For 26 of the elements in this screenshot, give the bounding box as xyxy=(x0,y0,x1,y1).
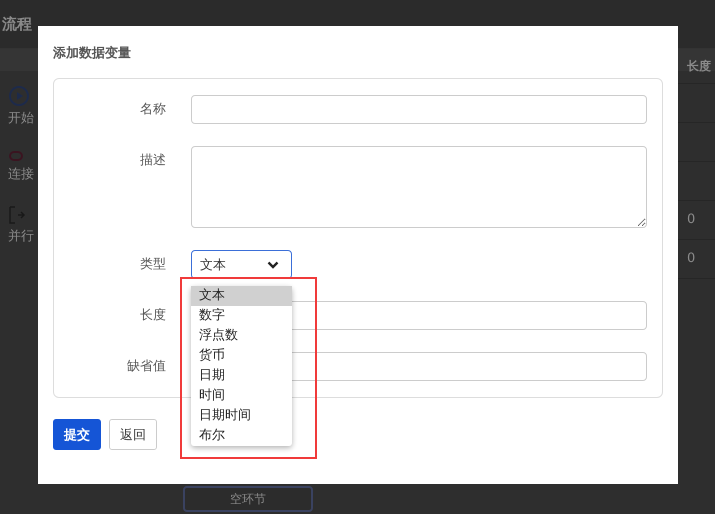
dropdown-option[interactable]: 日期时间 xyxy=(191,406,292,426)
type-select[interactable]: 文本 xyxy=(191,250,292,279)
dropdown-option[interactable]: 布尔 xyxy=(191,426,292,446)
back-button[interactable]: 返回 xyxy=(109,419,157,450)
page-title: 流程 xyxy=(2,14,32,34)
field-label: 名称 xyxy=(139,101,167,119)
dropdown-option[interactable]: 浮点数 xyxy=(191,326,292,346)
field-label: 描述 xyxy=(139,152,167,170)
play-circle-icon xyxy=(8,85,30,107)
field-label: 缺省值 xyxy=(126,358,167,376)
flow-node[interactable]: 空环节 xyxy=(183,486,313,512)
dropdown-option[interactable]: 日期 xyxy=(191,366,292,386)
dropdown-option[interactable]: 数字 xyxy=(191,306,292,326)
chevron-down-icon xyxy=(267,260,279,268)
textarea-field[interactable] xyxy=(191,146,647,228)
palette-item[interactable]: 并行 xyxy=(8,227,34,245)
dropdown-option[interactable]: 文本 xyxy=(191,286,292,306)
palette-item[interactable]: 连接 xyxy=(8,165,34,183)
text-field[interactable] xyxy=(191,95,647,124)
dialog-title: 添加数据变量 xyxy=(53,44,132,62)
dropdown-option[interactable]: 时间 xyxy=(191,386,292,406)
field-label: 长度 xyxy=(139,307,167,325)
field-label: 类型 xyxy=(139,256,167,274)
palette-item[interactable]: 开始 xyxy=(8,109,34,127)
dropdown-option[interactable]: 货币 xyxy=(191,346,292,366)
submit-button[interactable]: 提交 xyxy=(53,419,101,450)
